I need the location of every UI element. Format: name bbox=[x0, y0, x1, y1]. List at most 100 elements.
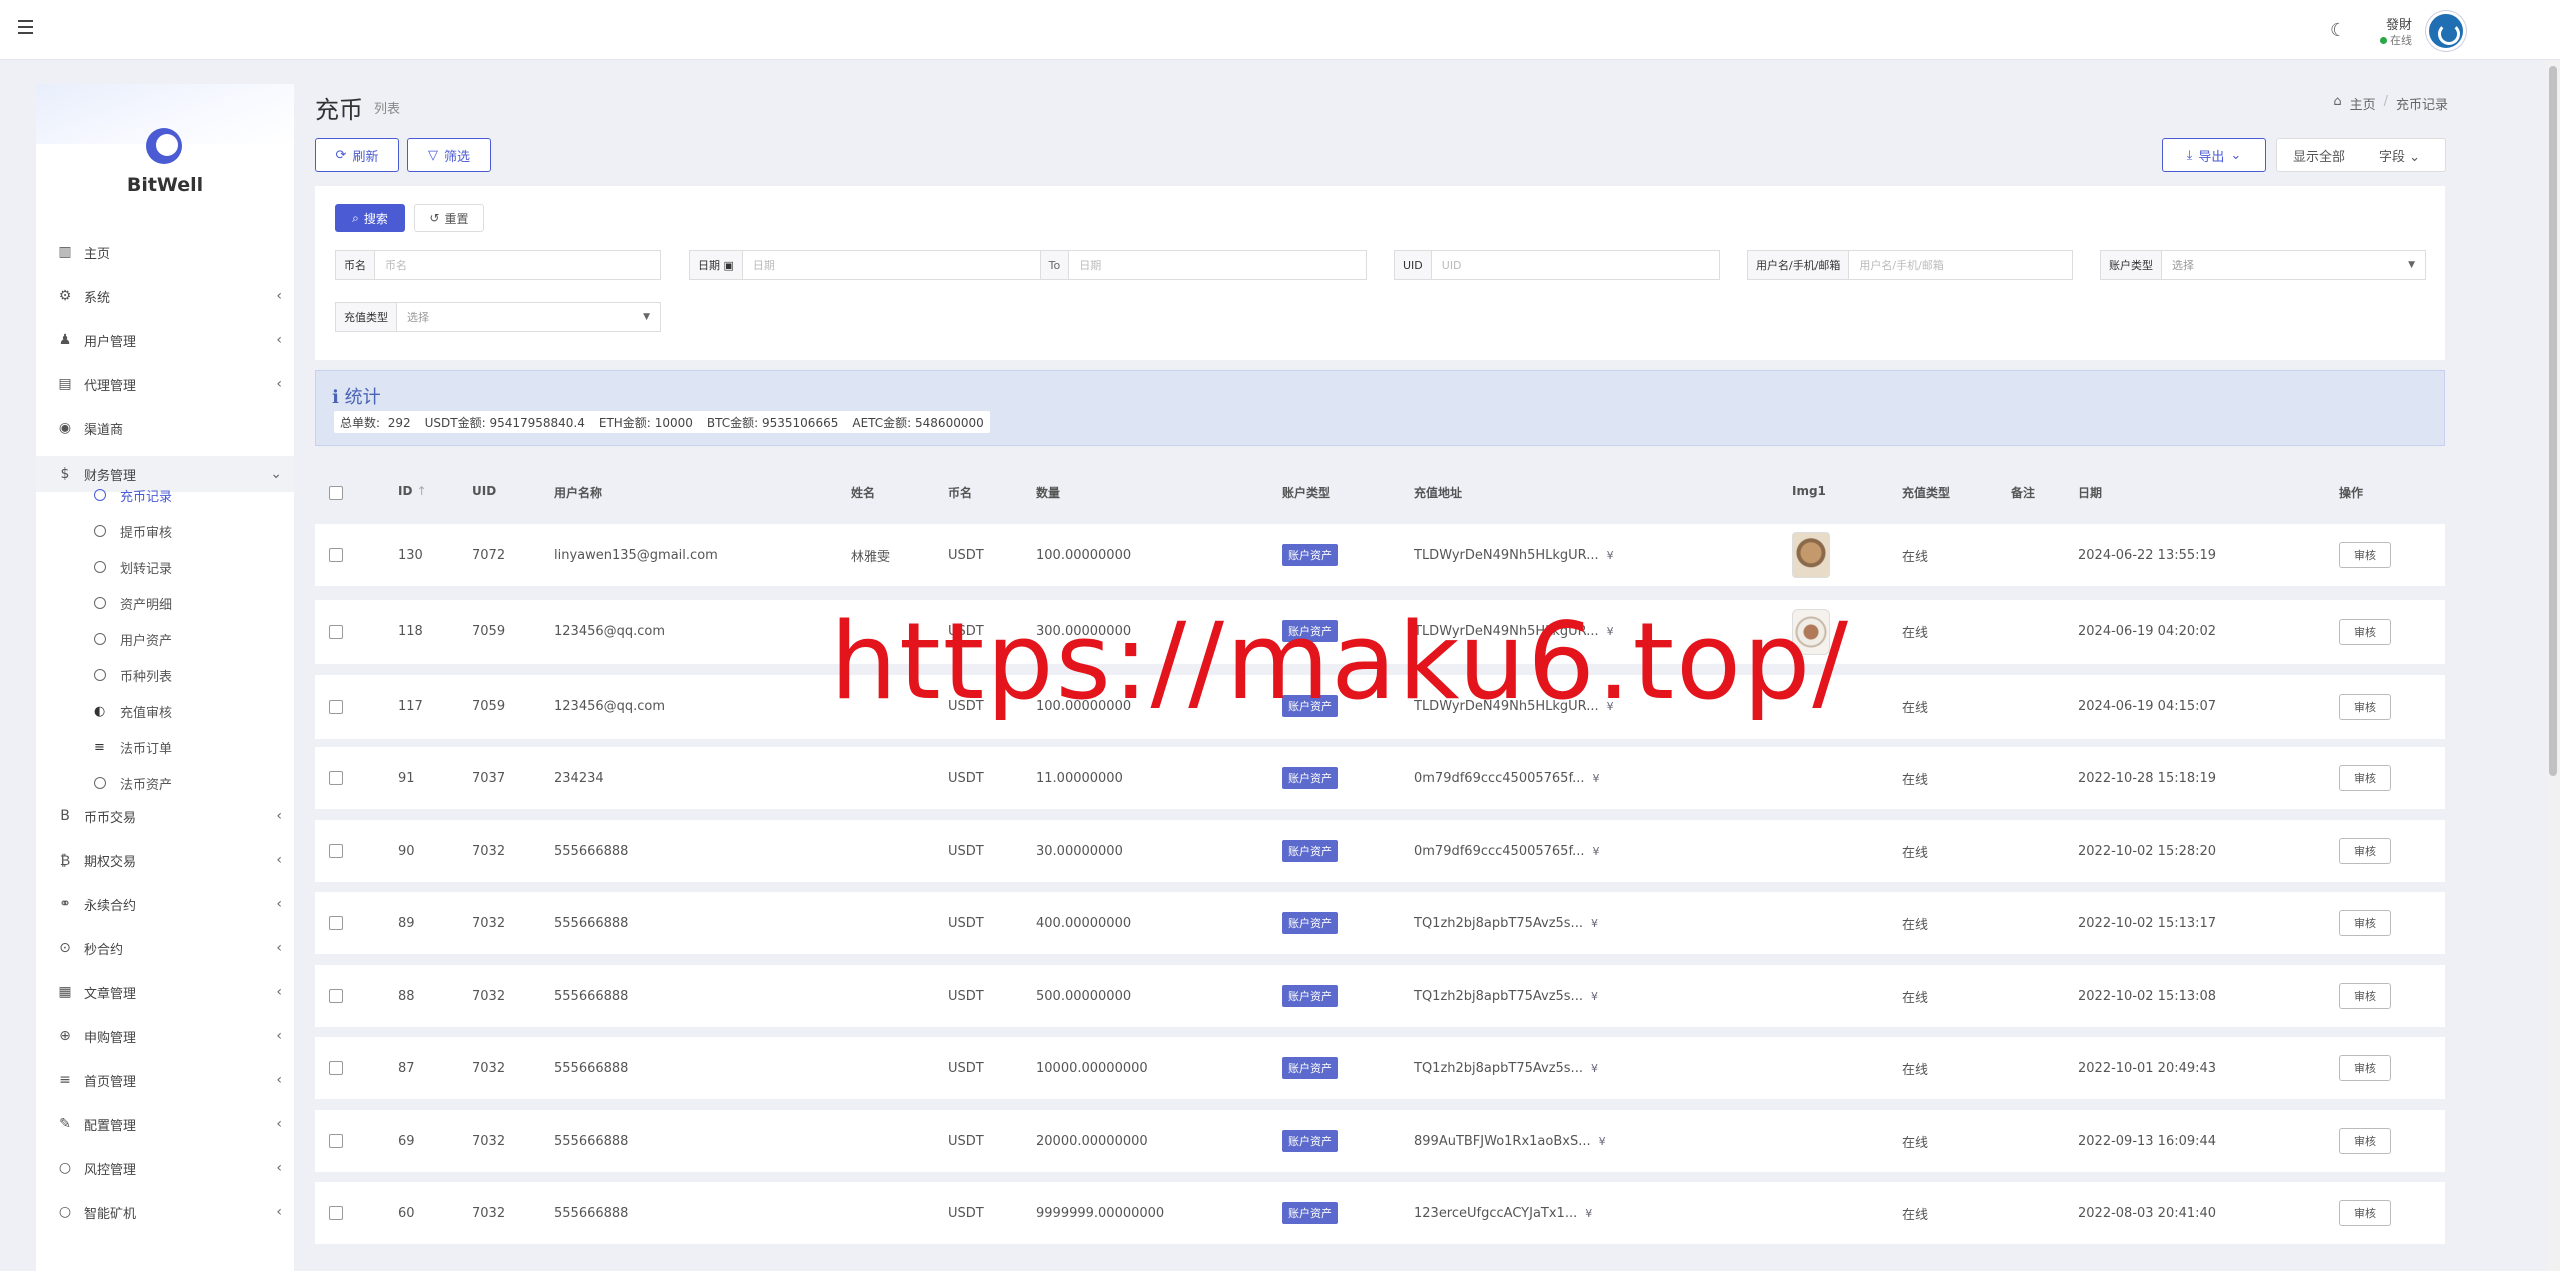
sidebar-item-9[interactable]: ⊙ 秒合约 ‹ bbox=[36, 930, 294, 966]
cell-uid: 7059 bbox=[472, 698, 506, 714]
img1-thumbnail[interactable] bbox=[1792, 532, 1830, 578]
sidebar-item-6[interactable]: B 币币交易 ‹ bbox=[36, 798, 294, 834]
sidebar: BitWell ▥ 主页 ⚙ 系统 ‹ ♟ 用户管理 ‹ ▤ 代理管理 ‹ ◉ 渠道商 $ 财务管理 ⌄ B 币币… bbox=[36, 84, 294, 1271]
expand-icon[interactable]: ¥ bbox=[1607, 549, 1614, 562]
date-start-input[interactable] bbox=[742, 251, 1040, 279]
sidebar-subitem-2[interactable]: 划转记录 bbox=[94, 554, 172, 580]
reset-button[interactable]: ↺ 重置 bbox=[414, 204, 484, 232]
bitcoin-icon: ₿ bbox=[59, 852, 71, 869]
brand-logo-icon bbox=[146, 128, 182, 164]
account-type-select[interactable]: 选择 bbox=[2162, 257, 2408, 273]
row-checkbox[interactable] bbox=[329, 1206, 343, 1220]
audit-button[interactable]: 审核 bbox=[2339, 838, 2391, 864]
dark-mode-toggle-icon[interactable]: ☾ bbox=[2330, 20, 2346, 41]
sidebar-subitem-1[interactable]: 提币审核 bbox=[94, 518, 172, 544]
avatar[interactable] bbox=[2426, 11, 2466, 51]
row-checkbox[interactable] bbox=[329, 700, 343, 714]
uid-input[interactable] bbox=[1431, 251, 1719, 279]
sidebar-item-0[interactable]: ▥ 主页 bbox=[36, 234, 294, 270]
user-input[interactable] bbox=[1849, 251, 2072, 279]
expand-icon[interactable]: ¥ bbox=[1599, 1135, 1606, 1148]
scrollbar-thumb[interactable] bbox=[2549, 66, 2557, 776]
filter-panel: ⌕搜索 ↺重置 币名 日期 ▣ To UID 用户名/手机/邮箱 账户类型 选择… bbox=[315, 186, 2445, 360]
date-end-input[interactable] bbox=[1069, 251, 1366, 279]
sidebar-subitem-5[interactable]: 币种列表 bbox=[94, 662, 172, 688]
sidebar-item-12[interactable]: ≡ 首页管理 ‹ bbox=[36, 1062, 294, 1098]
row-checkbox[interactable] bbox=[329, 1134, 343, 1148]
audit-button[interactable]: 审核 bbox=[2339, 910, 2391, 936]
audit-button[interactable]: 审核 bbox=[2339, 765, 2391, 791]
sidebar-subitem-label: 资产明细 bbox=[120, 597, 173, 613]
sidebar-item-3[interactable]: ▤ 代理管理 ‹ bbox=[36, 366, 294, 402]
cell-amount: 400.00000000 bbox=[1036, 915, 1132, 931]
search-button[interactable]: ⌕ 搜索 bbox=[335, 204, 405, 232]
recharge-type-select[interactable]: 选择 bbox=[397, 309, 643, 325]
address-text: 123erceUfgccACYJaTx1... bbox=[1414, 1205, 1578, 1221]
sidebar-subitem-label: 用户资产 bbox=[120, 633, 173, 649]
sidebar-item-7[interactable]: ₿ 期权交易 ‹ bbox=[36, 842, 294, 878]
recharge-type-filter-label: 充值类型 bbox=[336, 303, 397, 331]
account-type-filter[interactable]: 账户类型 选择 ▼ bbox=[2100, 250, 2426, 280]
uid-filter: UID bbox=[1394, 250, 1720, 280]
sidebar-item-14[interactable]: ○ 风控管理 ‹ bbox=[36, 1150, 294, 1186]
audit-button[interactable]: 审核 bbox=[2339, 542, 2391, 568]
sidebar-item-15[interactable]: ○ 智能矿机 ‹ bbox=[36, 1194, 294, 1230]
row-checkbox[interactable] bbox=[329, 548, 343, 562]
col-recharge-type: 充值类型 bbox=[1902, 486, 1951, 500]
expand-icon[interactable]: ¥ bbox=[1591, 990, 1598, 1003]
address-text: TQ1zh2bj8apbT75Avz5s... bbox=[1414, 1060, 1583, 1076]
expand-icon[interactable]: ¥ bbox=[1585, 1207, 1592, 1220]
audit-button[interactable]: 审核 bbox=[2339, 694, 2391, 720]
cell-address: 899AuTBFJWo1Rx1aoBxS... ¥ bbox=[1414, 1110, 1606, 1172]
audit-button[interactable]: 审核 bbox=[2339, 619, 2391, 645]
sidebar-subitem-6[interactable]: ◐ 充值审核 bbox=[94, 698, 172, 724]
sidebar-item-4[interactable]: ◉ 渠道商 bbox=[36, 410, 294, 446]
audit-button[interactable]: 审核 bbox=[2339, 1200, 2391, 1226]
row-checkbox[interactable] bbox=[329, 844, 343, 858]
col-id[interactable]: ID ↑ bbox=[398, 484, 427, 498]
audit-button[interactable]: 审核 bbox=[2339, 983, 2391, 1009]
fields-button[interactable]: 字段 ⌄ bbox=[2379, 146, 2420, 165]
sidebar-subitem-8[interactable]: 法币资产 bbox=[94, 770, 172, 796]
sidebar-item-8[interactable]: ⚭ 永续合约 ‹ bbox=[36, 886, 294, 922]
table-row: 60 7032 555666888 USDT 9999999.00000000 账户资产 1… bbox=[315, 1182, 2445, 1244]
sidebar-subitem-0[interactable]: 充币记录 bbox=[94, 482, 172, 508]
cell-username: 555666888 bbox=[554, 1060, 629, 1076]
export-button[interactable]: ⤓ 导出 ⌄ bbox=[2162, 138, 2266, 172]
sidebar-item-10[interactable]: ▦ 文章管理 ‹ bbox=[36, 974, 294, 1010]
audit-button[interactable]: 审核 bbox=[2339, 1055, 2391, 1081]
expand-icon[interactable]: ¥ bbox=[1593, 772, 1600, 785]
sidebar-item-13[interactable]: ✎ 配置管理 ‹ bbox=[36, 1106, 294, 1142]
row-checkbox[interactable] bbox=[329, 625, 343, 639]
user-name[interactable]: 發財 bbox=[2386, 14, 2412, 33]
breadcrumb-home[interactable]: 主页 bbox=[2350, 94, 2376, 113]
sidebar-item-label: 渠道商 bbox=[84, 422, 124, 438]
circle-icon bbox=[94, 561, 106, 573]
expand-icon[interactable]: ¥ bbox=[1591, 1062, 1598, 1075]
sidebar-subitem-7[interactable]: ≡ 法币订单 bbox=[94, 734, 172, 760]
refresh-button[interactable]: ⟳ 刷新 bbox=[315, 138, 399, 172]
coin-input[interactable] bbox=[375, 251, 660, 279]
select-all-checkbox[interactable] bbox=[329, 486, 343, 500]
sidebar-item-1[interactable]: ⚙ 系统 ‹ bbox=[36, 278, 294, 314]
sidebar-item-11[interactable]: ⊕ 申购管理 ‹ bbox=[36, 1018, 294, 1054]
row-checkbox[interactable] bbox=[329, 989, 343, 1003]
chevron-down-icon: ⌄ bbox=[2230, 147, 2242, 163]
expand-icon[interactable]: ¥ bbox=[1593, 845, 1600, 858]
col-username: 用户名称 bbox=[554, 486, 603, 500]
sidebar-subitem-4[interactable]: 用户资产 bbox=[94, 626, 172, 652]
recharge-type-filter[interactable]: 充值类型 选择 ▼ bbox=[335, 302, 661, 332]
row-checkbox[interactable] bbox=[329, 1061, 343, 1075]
filter-button[interactable]: ▽ 筛选 bbox=[407, 138, 491, 172]
expand-icon[interactable]: ¥ bbox=[1591, 917, 1598, 930]
sidebar-subitem-3[interactable]: 资产明细 bbox=[94, 590, 172, 616]
hamburger-menu-icon[interactable] bbox=[18, 20, 33, 34]
sidebar-item-2[interactable]: ♟ 用户管理 ‹ bbox=[36, 322, 294, 358]
audit-button[interactable]: 审核 bbox=[2339, 1128, 2391, 1154]
row-checkbox[interactable] bbox=[329, 771, 343, 785]
col-coin: 币名 bbox=[948, 486, 973, 500]
display-options[interactable]: 显示全部 字段 ⌄ bbox=[2276, 138, 2446, 172]
show-all-button[interactable]: 显示全部 bbox=[2293, 146, 2345, 165]
sidebar-item-label: 用户管理 bbox=[84, 334, 137, 350]
row-checkbox[interactable] bbox=[329, 916, 343, 930]
